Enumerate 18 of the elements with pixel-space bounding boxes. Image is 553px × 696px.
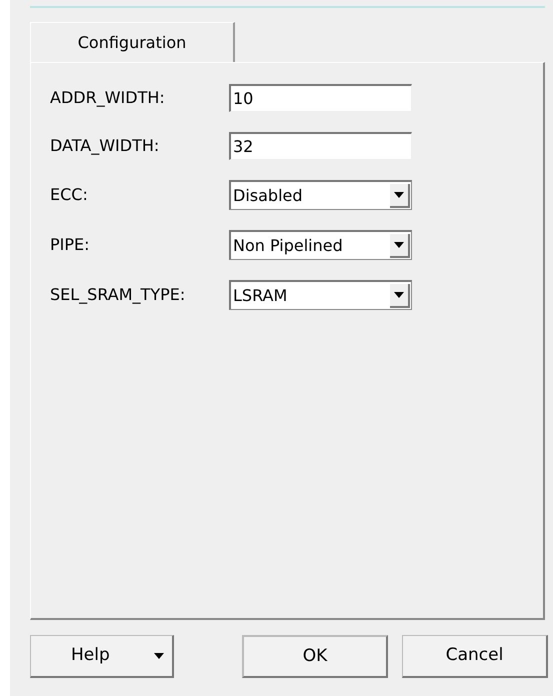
caret-icon (154, 653, 164, 659)
field-label: ADDR_WIDTH: (50, 87, 166, 109)
dropdown-field[interactable]: LSRAM (229, 280, 412, 310)
caret-icon (394, 242, 404, 248)
help-button[interactable]: Help (30, 635, 174, 678)
dropdown-field[interactable]: Disabled (229, 180, 412, 210)
field-label: PIPE: (50, 234, 91, 256)
field-label: DATA_WIDTH: (50, 135, 160, 157)
tab[interactable]: Configuration (30, 22, 235, 62)
caret-icon (394, 292, 404, 298)
cancel-button[interactable]: Cancel (402, 635, 548, 678)
caret-icon (394, 192, 404, 198)
field-label: SEL_SRAM_TYPE: (50, 284, 186, 306)
dropdown-field[interactable]: Non Pipelined (229, 230, 412, 260)
field-label: ECC: (50, 184, 89, 206)
ok-button[interactable]: OK (242, 635, 388, 678)
text-field[interactable]: 10 (229, 84, 412, 112)
text-field[interactable]: 32 (229, 132, 412, 160)
